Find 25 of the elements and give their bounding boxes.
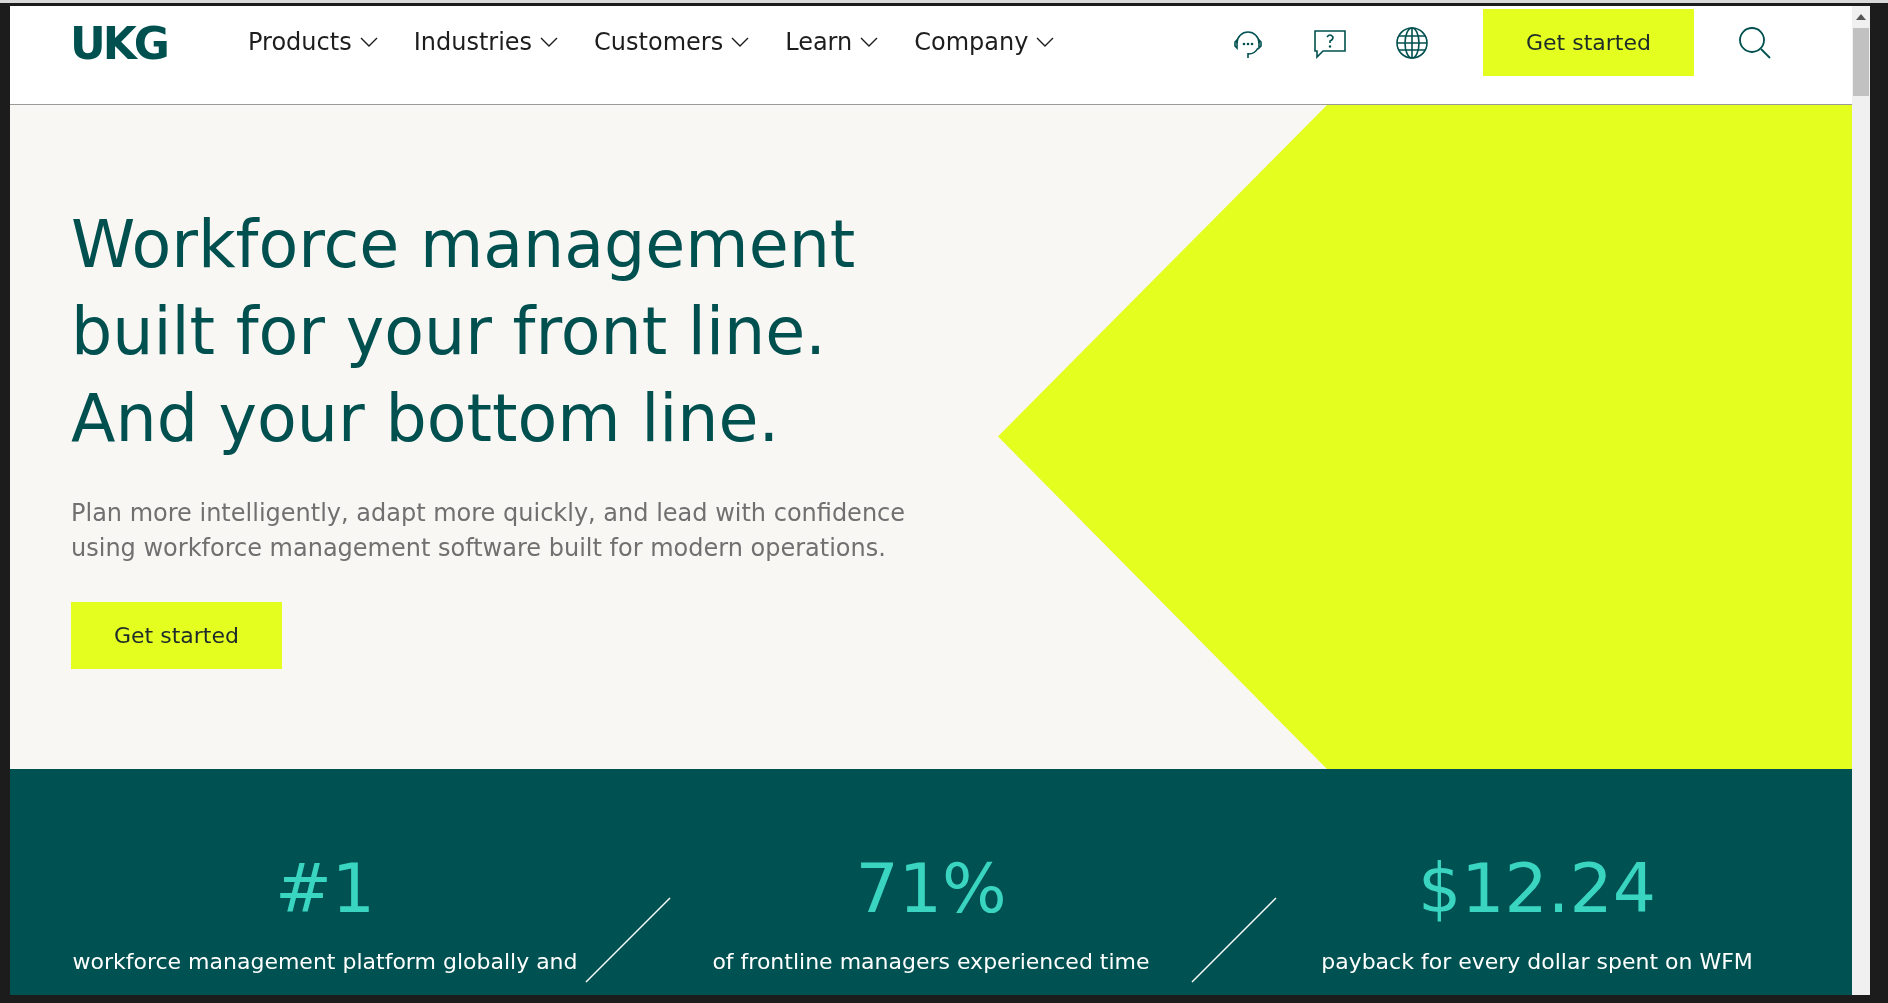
- get-started-button[interactable]: Get started: [1483, 9, 1694, 76]
- stat-value: $12.24: [1418, 854, 1656, 924]
- hero-subtitle: Plan more intelligently, adapt more quickly, and lead with confidence using workforce management software built for modern operations.: [71, 498, 907, 564]
- chevron-icon: [860, 37, 879, 47]
- stat-value: #1: [274, 854, 376, 924]
- chevron-icon: [1036, 37, 1055, 47]
- stat-description: workforce management platform globally and: [72, 948, 578, 976]
- nav-menu-item[interactable]: Industries: [413, 28, 559, 56]
- chevron-icon: [731, 37, 750, 47]
- scrollbar-thumb[interactable]: [1853, 28, 1869, 96]
- stat-description: payback for every dollar spent on WFM: [1321, 948, 1753, 976]
- logo[interactable]: UKG: [70, 18, 186, 69]
- nav-menu-item[interactable]: Products: [248, 28, 378, 56]
- search-icon[interactable]: [1738, 25, 1772, 60]
- hero-headline: Workforce management built for your front line. And your bottom line.: [71, 206, 857, 458]
- nav-menu-item[interactable]: Learn: [785, 28, 879, 56]
- stat-description: of frontline managers experienced time: [712, 948, 1150, 976]
- nav-menu-item[interactable]: Customers: [594, 28, 750, 56]
- get-started-button[interactable]: Get started: [71, 602, 282, 669]
- globe-icon[interactable]: [1395, 25, 1429, 60]
- scrollbar[interactable]: [1852, 6, 1870, 995]
- stat-value: 71%: [855, 854, 1007, 924]
- chevron-icon: [359, 37, 378, 47]
- chevron-icon: [540, 37, 559, 47]
- nav-menu-item[interactable]: Company: [914, 28, 1055, 56]
